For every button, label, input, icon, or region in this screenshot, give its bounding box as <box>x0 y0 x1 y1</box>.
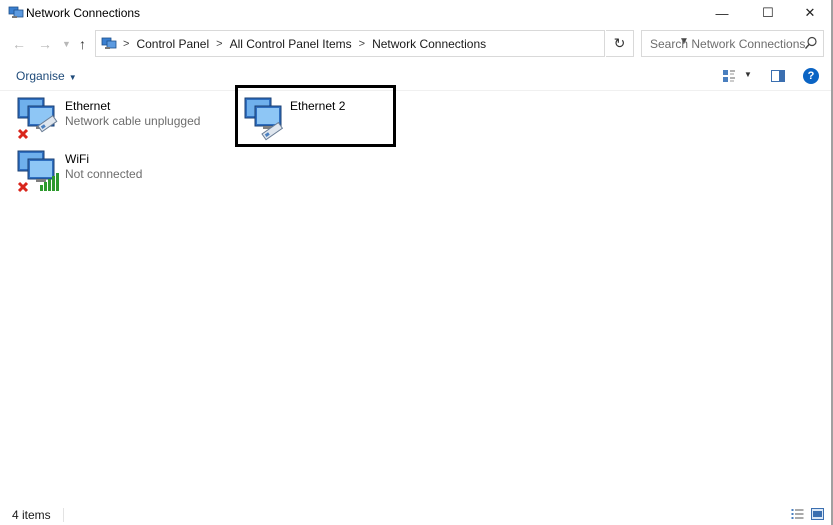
help-icon: ? <box>807 70 815 82</box>
chevron-down-icon: ▼ <box>68 73 77 82</box>
details-view-icon[interactable] <box>791 508 804 520</box>
address-bar[interactable]: > Control Panel > All Control Panel Item… <box>95 30 689 57</box>
explorer-window: Network Connections — ☐ ✕ ← → ▼ ↑ > Cont… <box>0 0 833 525</box>
connection-item-ethernet[interactable]: Ethernet Network cable unplugged <box>16 96 216 146</box>
address-row: ← → ▼ ↑ > Control Panel > All Control Pa… <box>0 30 831 58</box>
breadcrumb-network-connections[interactable]: Network Connections <box>372 37 486 51</box>
network-connections-icon <box>8 6 24 18</box>
connection-name: WiFi <box>65 152 89 166</box>
maximize-button[interactable]: ☐ <box>745 0 791 26</box>
breadcrumb-all-items[interactable]: All Control Panel Items <box>230 37 352 51</box>
close-button[interactable]: ✕ <box>787 0 833 26</box>
minimize-icon: — <box>715 5 729 21</box>
back-button[interactable]: ← <box>12 36 26 52</box>
large-icons-view-icon[interactable] <box>811 508 824 520</box>
window-title: Network Connections <box>26 6 141 20</box>
breadcrumb: > Control Panel > All Control Panel Item… <box>116 37 486 51</box>
selection-highlight-box <box>235 85 396 147</box>
status-bar: 4 items <box>0 505 831 525</box>
change-view-icon[interactable] <box>722 69 736 83</box>
minimize-button[interactable]: — <box>699 0 745 26</box>
recent-locations-button[interactable]: ▼ <box>62 39 71 49</box>
view-options-chevron-icon[interactable]: ▼ <box>744 70 752 79</box>
connection-status: Network cable unplugged <box>65 114 201 128</box>
help-button[interactable]: ? <box>803 68 819 84</box>
breadcrumb-control-panel[interactable]: Control Panel <box>136 37 209 51</box>
refresh-button[interactable]: ↻ <box>606 30 634 57</box>
close-icon: ✕ <box>804 5 816 20</box>
command-bar: Organise ▼ ▼ ? <box>0 64 831 91</box>
connection-status: Not connected <box>65 167 143 181</box>
breadcrumb-separator[interactable]: > <box>123 38 129 50</box>
item-count: 4 items <box>12 508 51 522</box>
breadcrumb-separator[interactable]: > <box>359 38 365 50</box>
search-icon[interactable] <box>804 36 818 50</box>
refresh-icon: ↻ <box>613 35 626 51</box>
search-placeholder: Search Network Connections <box>650 37 806 51</box>
preview-pane-icon[interactable] <box>771 70 785 82</box>
connection-item-wifi[interactable]: WiFi Not connected <box>16 149 216 199</box>
organise-label: Organise <box>16 69 65 83</box>
up-button[interactable]: ↑ <box>79 36 86 52</box>
maximize-icon: ☐ <box>762 5 774 20</box>
ethernet-disconnected-icon <box>17 97 58 140</box>
connection-name: Ethernet <box>65 99 111 113</box>
title-bar: Network Connections — ☐ ✕ <box>0 0 831 26</box>
forward-button[interactable]: → <box>38 36 52 52</box>
status-divider <box>63 508 64 522</box>
breadcrumb-separator[interactable]: > <box>216 38 222 50</box>
search-input[interactable]: Search Network Connections <box>641 30 824 57</box>
network-connections-icon <box>101 37 117 49</box>
organise-menu[interactable]: Organise ▼ <box>16 69 77 83</box>
wifi-disconnected-icon <box>17 150 59 193</box>
